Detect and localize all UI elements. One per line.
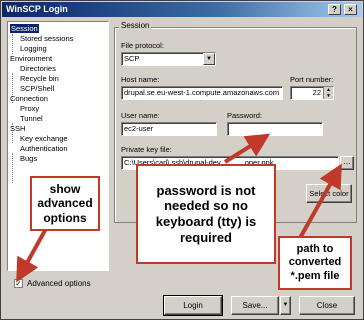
tree-item-directories[interactable]: Directories (20, 64, 56, 74)
close-icon[interactable]: × (344, 4, 357, 15)
tree-item-authentication[interactable]: Authentication (20, 144, 68, 154)
advanced-options-label[interactable]: Advanced options (27, 279, 91, 288)
port-number-label: Port number: (290, 75, 334, 84)
file-protocol-value: SCP (124, 54, 140, 63)
port-spinner[interactable]: ▲ ▼ (323, 87, 333, 99)
user-name-field[interactable]: ec2-user (121, 122, 217, 136)
help-icon[interactable]: ? (328, 4, 341, 15)
host-name-label: Host name: (121, 75, 160, 84)
callout-password: password is not needed so no keyboard (t… (136, 164, 276, 264)
save-button[interactable]: Save... (231, 296, 279, 315)
port-number-field[interactable]: 22 ▲ ▼ (290, 86, 334, 100)
tree-item-ssh[interactable]: SSH (10, 124, 25, 134)
window-title: WinSCP Login (6, 4, 68, 14)
host-name-field[interactable]: drupal.se.eu-west-1.compute.amazonaws.co… (121, 86, 283, 100)
tree-item-session[interactable]: Session (10, 24, 39, 34)
tree-item-scp-shell[interactable]: SCP/Shell (20, 84, 54, 94)
tree-connector (12, 34, 13, 54)
tree-item-tunnel[interactable]: Tunnel (20, 114, 43, 124)
spin-down-icon[interactable]: ▼ (324, 93, 333, 99)
title-bar: WinSCP Login ? × (2, 2, 362, 17)
tree-item-connection[interactable]: Connection (10, 94, 48, 104)
save-dropdown-icon[interactable]: ▼ (280, 296, 291, 315)
advanced-options-checkbox[interactable]: ✓ (14, 279, 23, 288)
tree-item-stored-sessions[interactable]: Stored sessions (20, 34, 73, 44)
session-group-title: Session (119, 21, 152, 30)
browse-key-button[interactable]: ... (340, 156, 354, 170)
file-protocol-select[interactable]: SCP ▼ (121, 52, 216, 66)
login-button[interactable]: Login (163, 295, 223, 316)
tree-connector (12, 153, 13, 183)
chevron-down-icon[interactable]: ▼ (203, 53, 215, 65)
tree-item-key-exchange[interactable]: Key exchange (20, 134, 68, 144)
user-name-label: User name: (121, 111, 160, 120)
select-color-button[interactable]: Select color (306, 184, 352, 203)
tree-item-environment[interactable]: Environment (10, 54, 52, 64)
callout-key-path: path to converted *.pem file (278, 236, 352, 290)
tree-item-recycle-bin[interactable]: Recycle bin (20, 74, 59, 84)
tree-item-bugs[interactable]: Bugs (20, 154, 37, 164)
close-button[interactable]: Close (299, 296, 355, 315)
password-label: Password: (227, 111, 263, 120)
navigation-tree: Session Stored sessions Logging Environm… (7, 21, 109, 271)
private-key-label: Private key file: (121, 145, 172, 154)
file-protocol-label: File protocol: (121, 41, 164, 50)
tree-item-proxy[interactable]: Proxy (20, 104, 39, 114)
tree-item-logging[interactable]: Logging (20, 44, 47, 54)
password-field[interactable] (227, 122, 323, 136)
callout-advanced-options: show advanced options (30, 176, 100, 231)
